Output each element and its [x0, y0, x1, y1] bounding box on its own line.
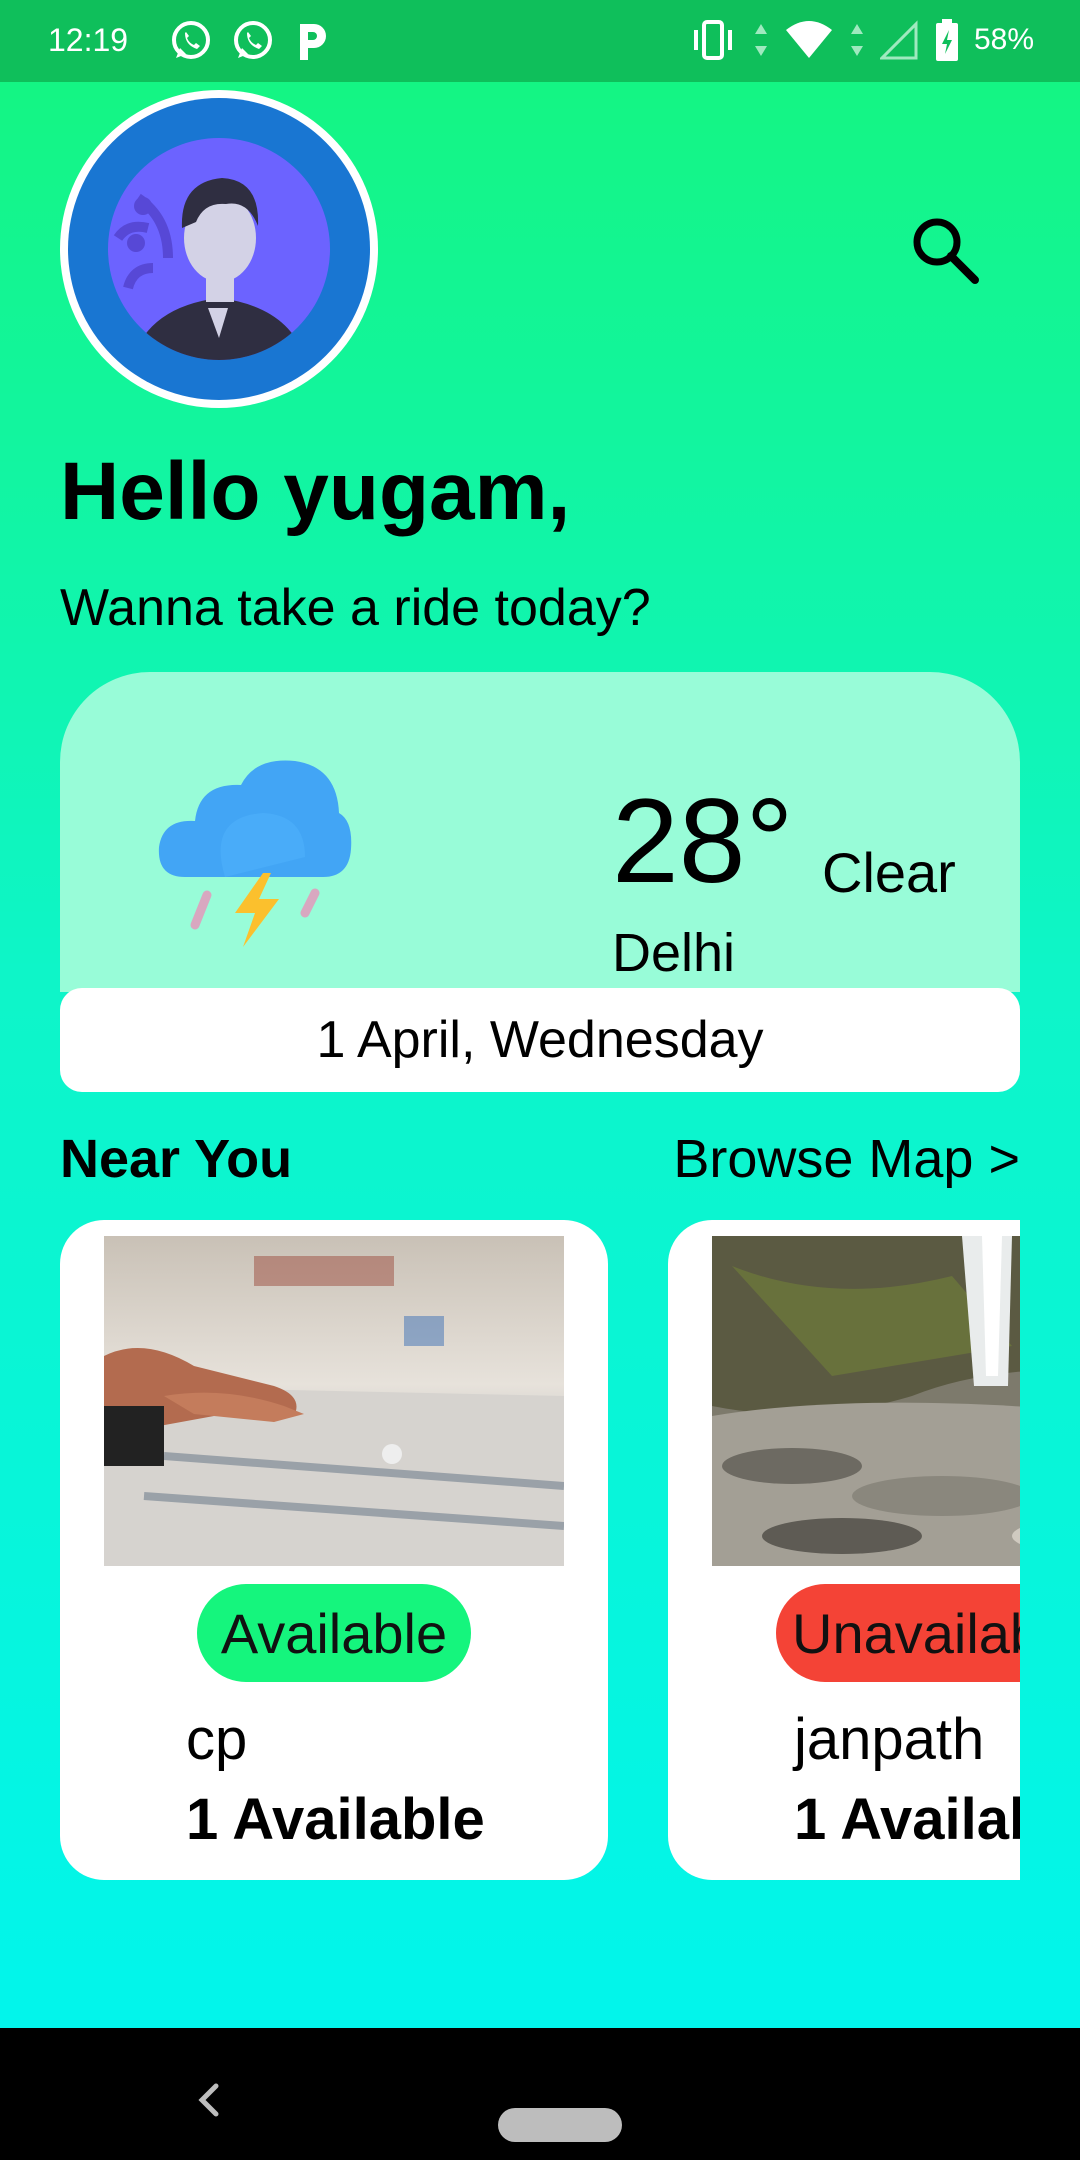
- avatar[interactable]: [60, 90, 378, 408]
- search-button[interactable]: [905, 210, 985, 290]
- battery-percent: 58%: [973, 23, 1034, 56]
- greeting-title: Hello yugam,: [60, 446, 571, 537]
- places-carousel[interactable]: Available cp 1 Available Unavailable jan…: [60, 1220, 1020, 1880]
- status-badge: Unavailable: [776, 1584, 1020, 1682]
- weather-card[interactable]: 28° Clear Delhi: [60, 672, 1020, 992]
- place-card[interactable]: Available cp 1 Available: [60, 1220, 608, 1880]
- vibrate-icon: [693, 20, 732, 60]
- whatsapp-icon: [172, 21, 210, 59]
- back-button[interactable]: [190, 2080, 226, 2125]
- thunderstorm-icon: [155, 757, 355, 952]
- status-icons-left: [168, 18, 332, 64]
- signal-icon: [879, 20, 918, 60]
- place-availability: 1 Available: [794, 1787, 1020, 1852]
- weather-city: Delhi: [612, 923, 736, 983]
- greeting-subtitle: Wanna take a ride today?: [60, 579, 651, 637]
- back-chevron-icon: [198, 2083, 219, 2117]
- search-icon: [913, 218, 979, 284]
- user-avatar-icon: [108, 138, 330, 360]
- place-photo: [104, 1236, 564, 1566]
- system-nav-bar: [0, 2028, 1080, 2160]
- wifi-icon: [785, 21, 832, 58]
- browse-map-link[interactable]: Browse Map >: [673, 1128, 1020, 1190]
- date-banner: 1 April, Wednesday: [60, 988, 1020, 1092]
- status-badge: Available: [197, 1584, 471, 1682]
- status-bar: 12:19 58%: [0, 0, 1080, 82]
- near-you-title: Near You: [60, 1129, 293, 1189]
- place-availability: 1 Available: [186, 1787, 485, 1852]
- weather-condition: Clear: [822, 841, 956, 904]
- place-name: janpath: [794, 1707, 985, 1772]
- temperature: 28°: [612, 774, 794, 908]
- whatsapp-icon: [234, 21, 272, 59]
- status-time: 12:19: [48, 22, 129, 58]
- status-icons-right: 58%: [688, 18, 1034, 62]
- place-card[interactable]: Unavailable janpath 1 Available: [668, 1220, 1020, 1880]
- place-name: cp: [186, 1707, 248, 1772]
- place-photo: [712, 1236, 1020, 1566]
- data-arrows-icon: [754, 24, 767, 56]
- parking-icon: [300, 24, 326, 60]
- avatar-ring: [68, 98, 370, 400]
- home-pill-button[interactable]: [498, 2108, 622, 2142]
- data-arrows-icon: [850, 24, 863, 56]
- battery-icon: [935, 19, 958, 61]
